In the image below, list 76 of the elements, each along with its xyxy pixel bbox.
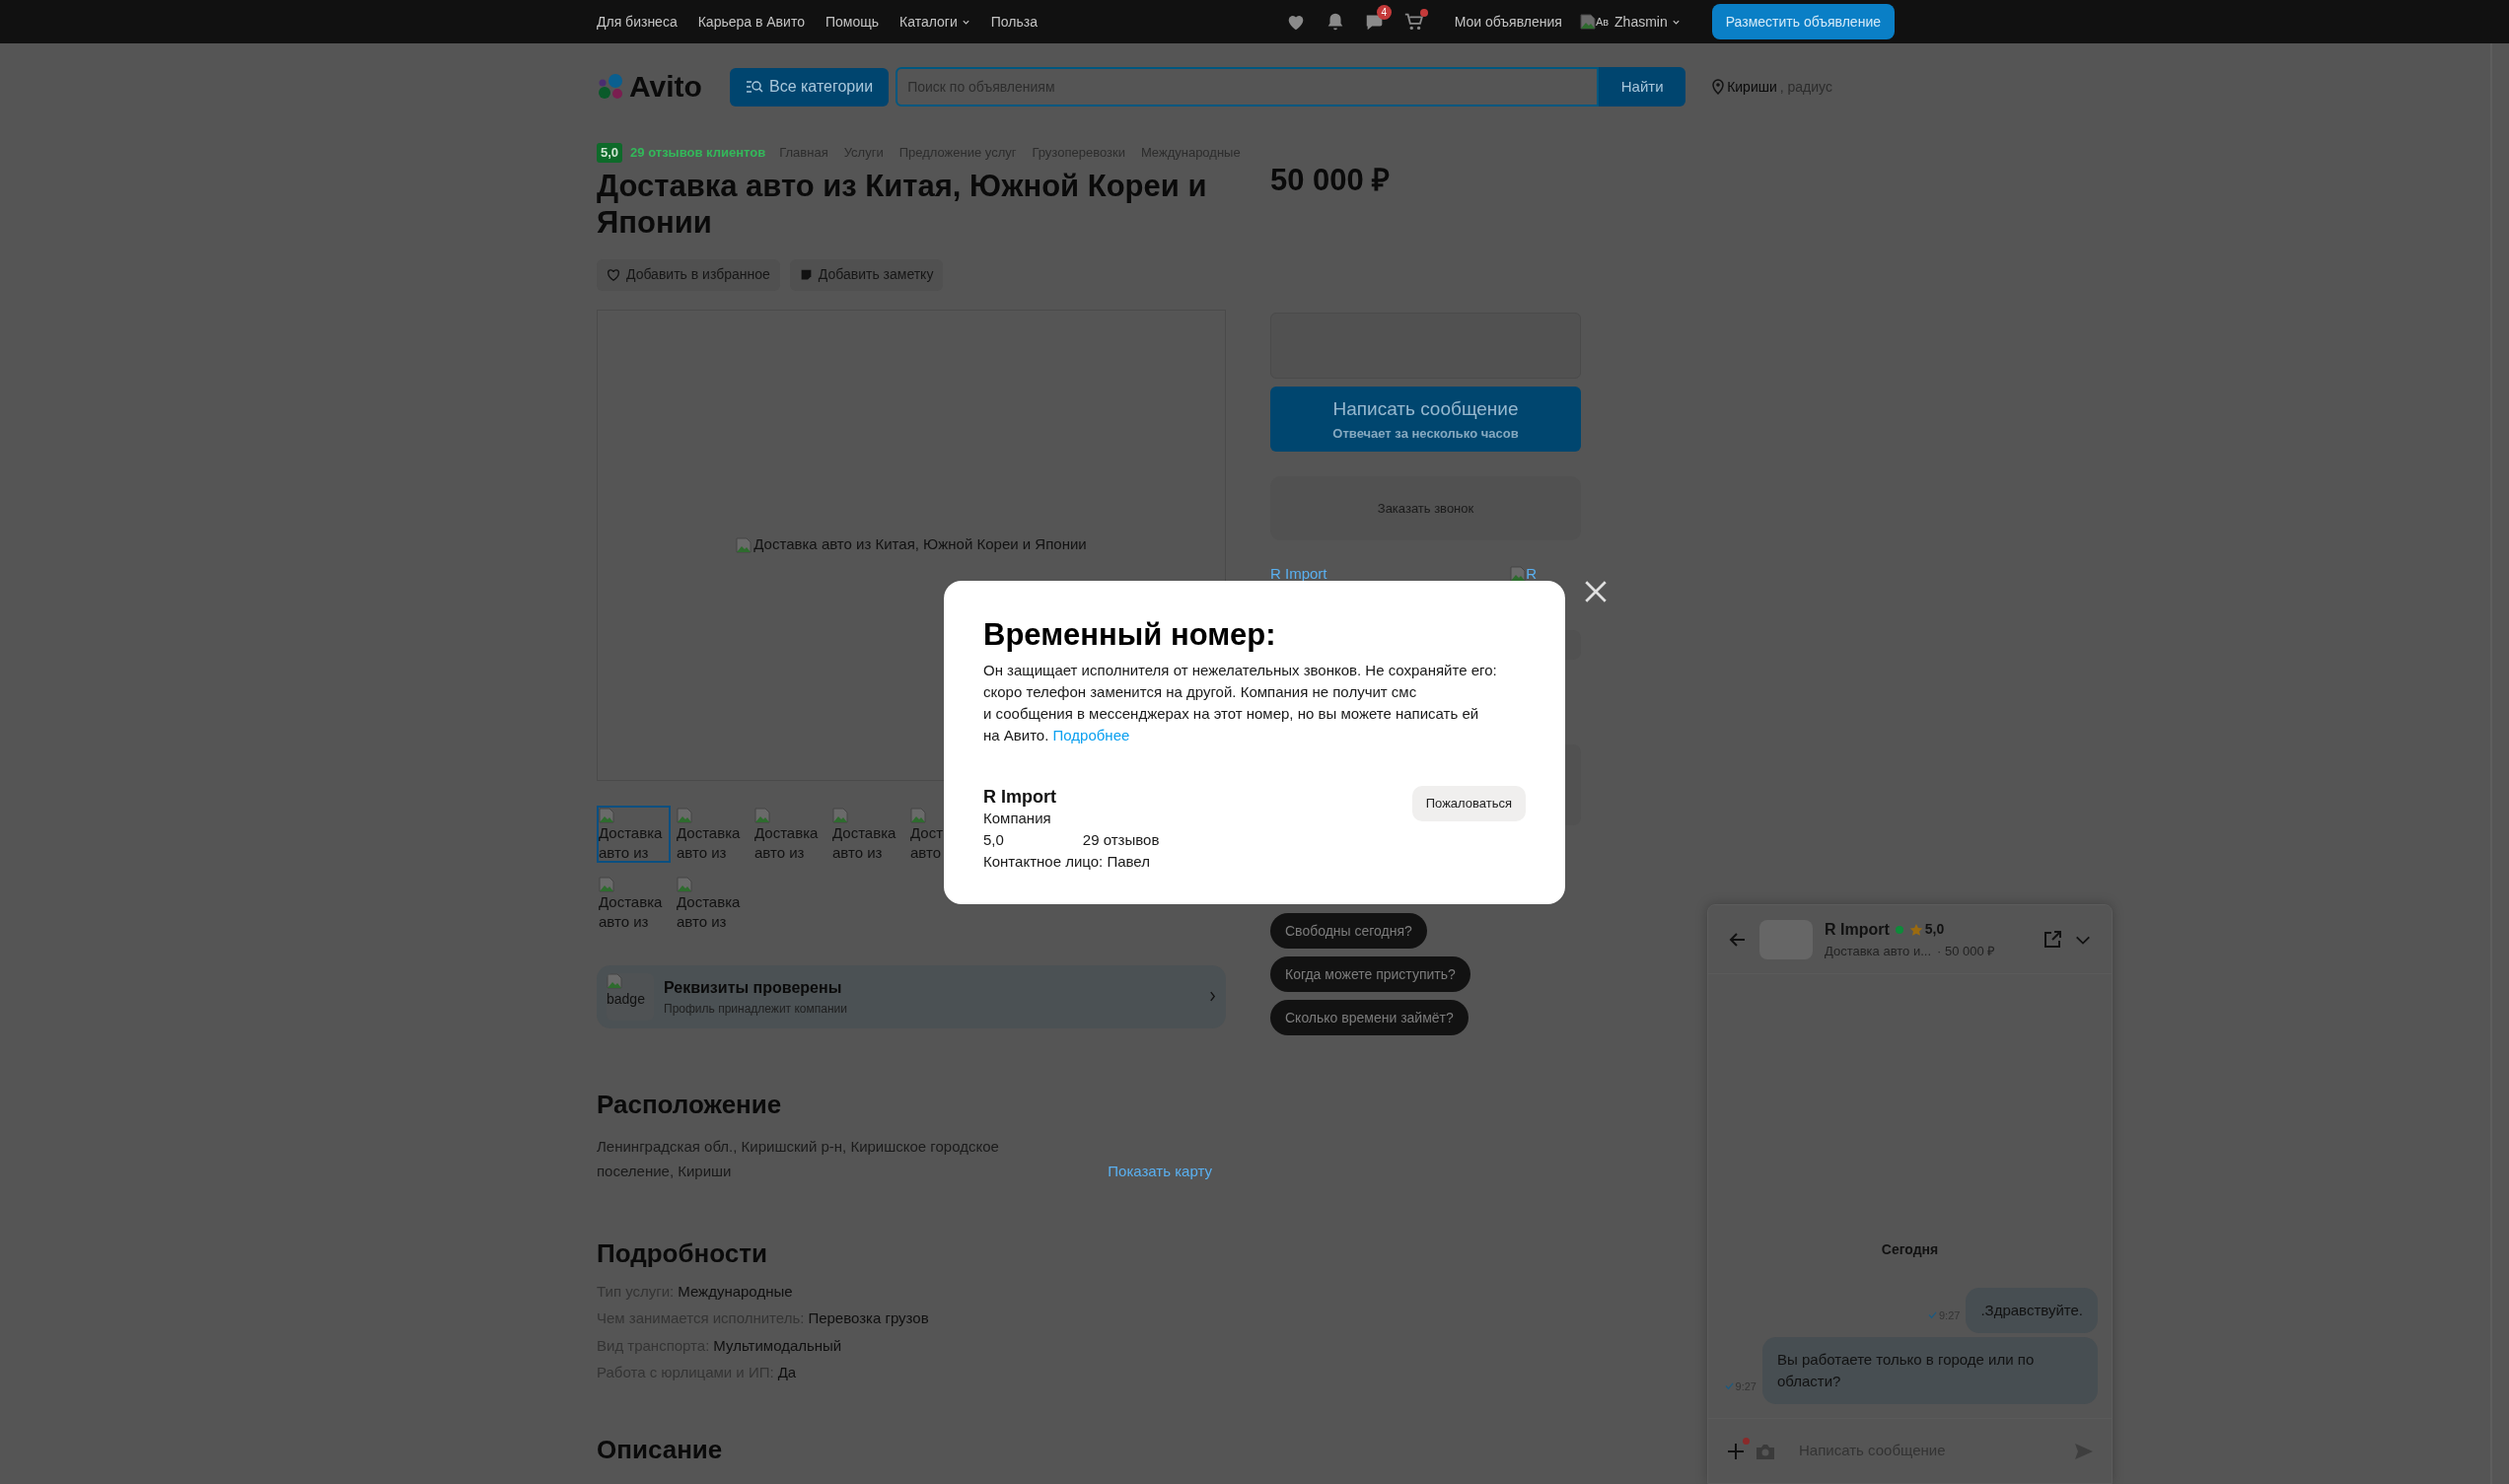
- company-name: R Import: [983, 786, 1057, 808]
- add-note-button[interactable]: Добавить заметку: [789, 258, 944, 291]
- seller-avatar-image: [1510, 566, 1527, 582]
- requisites-title: Реквизиты проверены: [664, 977, 843, 998]
- seller-rating: 5,0: [1924, 920, 1945, 940]
- price: 50 000 ₽: [1270, 162, 1392, 198]
- check-icon: [1928, 1310, 1937, 1320]
- section-heading: Подробности: [597, 1237, 768, 1270]
- dialog-title: Временный номер:: [983, 616, 1277, 654]
- avatar-alt-text: R: [1526, 565, 1537, 583]
- date-divider: Сегодня: [1881, 1240, 1939, 1259]
- badge-image: badge: [607, 972, 654, 1021]
- avatar-alt-text: Ав: [1595, 14, 1610, 30]
- search-icon: [746, 80, 763, 94]
- location-city[interactable]: Кириши: [1727, 76, 1777, 98]
- add-favorite-button[interactable]: Добавить в избранное: [597, 258, 780, 291]
- report-button[interactable]: Пожаловаться: [1411, 786, 1526, 821]
- thumbnail[interactable]: Доставка авто из: [597, 874, 671, 932]
- top-nav-link[interactable]: Польза: [990, 11, 1038, 33]
- listing-title: Доставка авто из Китая, Южной Кореи и Японии: [597, 167, 1208, 241]
- show-map-link[interactable]: Показать карту: [1108, 1161, 1212, 1183]
- image-alt-text: Доставка авто из Китая, Южной Кореи и Японии: [753, 534, 1087, 555]
- my-ads-link[interactable]: Мои объявления: [1454, 11, 1562, 33]
- contact-person: Контактное лицо: Павел: [983, 852, 1151, 872]
- top-nav-link[interactable]: Каталоги: [899, 11, 970, 33]
- location-pin-icon: [1712, 79, 1725, 95]
- detail-value: Международные: [678, 1281, 793, 1302]
- thumbnail[interactable]: Доставка авто из: [597, 805, 671, 863]
- check-icon: [1724, 1381, 1734, 1391]
- user-menu[interactable]: Zhasmin: [1614, 11, 1681, 33]
- detail-value: Мультимодальный: [713, 1335, 842, 1356]
- seller-link[interactable]: R Import: [1270, 565, 1327, 583]
- dialog-text: Он защищает исполнителя от нежелательных звонков. Не сохраняйте его: скоро телефон заменится на другой. Компания не получит смс и сообщения в мессенджерах на этот номер, но вы можете написать ей на Авито. Подробнее: [983, 661, 1498, 745]
- seller-name: R Import: [1825, 919, 1890, 940]
- chevron-icon: [1209, 991, 1216, 1002]
- reviews-count: 29 отзывов: [1082, 830, 1160, 850]
- camera-icon[interactable]: [1756, 1442, 1775, 1460]
- broken-image-icon: [736, 536, 753, 553]
- quick-reply-chip[interactable]: Сколько времени займёт?: [1270, 1000, 1469, 1035]
- address-text: Ленинградская обл., Киришский р-н, Киришское городское поселение, Кириши: [597, 1136, 1000, 1181]
- thumbnail[interactable]: Доставка авто из: [675, 874, 749, 932]
- company-type: Компания: [983, 809, 1052, 828]
- write-message-button[interactable]: Написать сообщение Отвечает за несколько часов: [1270, 387, 1581, 452]
- section-heading: Расположение: [597, 1088, 783, 1121]
- send-icon[interactable]: [2074, 1442, 2094, 1460]
- section-heading: Описание: [597, 1433, 724, 1465]
- thumbnail[interactable]: Доставка авто из: [830, 805, 904, 863]
- message-bubble: Вы работаете только в городе или по области?: [1762, 1337, 2098, 1404]
- detail-value: Перевозка грузов: [808, 1308, 929, 1328]
- logo-text[interactable]: Avito: [629, 72, 702, 102]
- top-nav-link[interactable]: Помощь: [824, 11, 879, 33]
- top-nav-link[interactable]: Карьера в Авито: [697, 11, 805, 33]
- all-categories-button[interactable]: Все категории: [730, 67, 890, 106]
- thumbnail[interactable]: Доставка авто из: [753, 805, 826, 863]
- search-button[interactable]: Найти: [1599, 67, 1686, 106]
- avatar-image: [1579, 14, 1596, 30]
- cart-icon[interactable]: [1402, 11, 1425, 33]
- star-icon: [1908, 922, 1923, 937]
- rating-badge: 5,0: [597, 143, 623, 163]
- more-link[interactable]: Подробнее: [1052, 727, 1130, 743]
- thumbnail[interactable]: Доставка авто из: [675, 805, 749, 863]
- open-external-icon[interactable]: [2043, 929, 2062, 950]
- plus-icon[interactable]: [1726, 1441, 1746, 1461]
- detail-value: Да: [777, 1363, 797, 1382]
- quick-reply-chip[interactable]: Свободны сегодня?: [1270, 913, 1427, 949]
- top-nav-link[interactable]: Для бизнеса: [597, 11, 678, 33]
- company-rating: 5,0: [983, 830, 1004, 850]
- note-icon: [799, 268, 813, 281]
- post-ad-button[interactable]: Разместить объявление: [1711, 4, 1895, 39]
- close-icon[interactable]: [1583, 579, 1609, 604]
- message-bubble: .Здравствуйте.: [1966, 1288, 2098, 1333]
- thumbnail[interactable]: Дост авто: [908, 805, 948, 863]
- heart-icon: [607, 267, 620, 282]
- message-count-badge: 4: [1376, 5, 1392, 20]
- reviews-link[interactable]: 29 отзывов клиентов: [630, 143, 766, 163]
- quick-reply-chip[interactable]: Когда можете приступить?: [1270, 956, 1470, 992]
